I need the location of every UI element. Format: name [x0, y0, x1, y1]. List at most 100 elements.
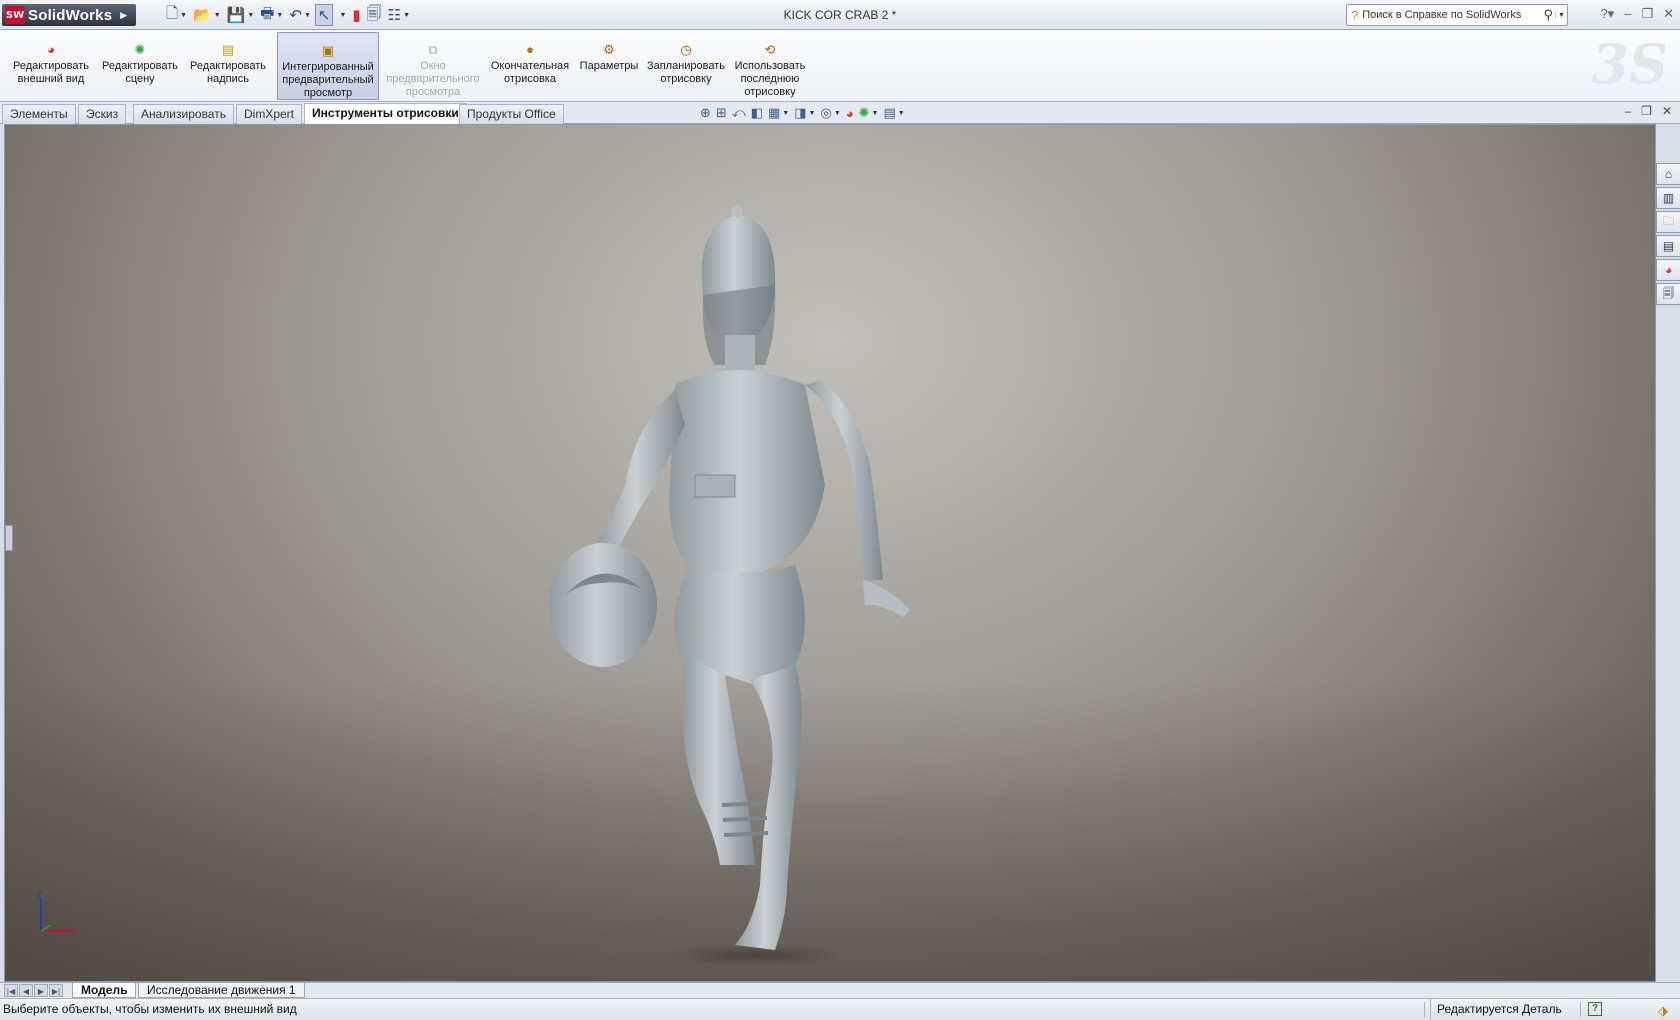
save-button[interactable]: 💾 ▼ [225, 4, 257, 26]
section-view-icon[interactable]: ◧ [751, 105, 763, 121]
preview-window-button: ⧉ Окно предварительного просмотра [386, 42, 480, 98]
model-left-hand [863, 580, 910, 617]
print-button[interactable]: 🖶 ▼ [258, 4, 285, 26]
dropdown-arrow-icon: ▼ [403, 11, 411, 19]
doc-close-icon[interactable]: ✕ [1662, 104, 1672, 118]
recall-render-icon: ⟲ [764, 42, 776, 57]
window-controls: ?▾ – ❐ ✕ [1600, 6, 1674, 22]
dropdown-arrow-icon[interactable]: ▼ [782, 110, 789, 117]
integrated-preview-button[interactable]: ▣ Интегрированный предварительный просмотр [277, 32, 379, 100]
new-document-button[interactable]: 🗋 ▼ [164, 4, 189, 26]
first-tab-icon[interactable]: |◀ [4, 984, 18, 997]
task-pane-design-library[interactable]: ▥ [1656, 187, 1680, 209]
cursor-arrow-icon: ↖ [317, 7, 331, 24]
folder-icon: 🗀 [1662, 213, 1675, 228]
last-tab-icon[interactable]: ▶| [49, 984, 63, 997]
rendered-model-figure[interactable] [525, 185, 1005, 965]
dropdown-arrow-icon: ▼ [303, 11, 311, 19]
view-settings-icon[interactable]: ▤ [883, 105, 895, 121]
help-question-icon: ? [1351, 7, 1359, 23]
file-properties-button[interactable]: 🗐 [365, 4, 384, 26]
render-options-button[interactable]: ⚙ Параметры [578, 32, 640, 100]
ds-logo-icon: 3S [1591, 32, 1668, 96]
options-button[interactable]: ☷ ▼ [386, 4, 412, 26]
zoom-to-area-icon[interactable]: ⊞ [716, 105, 727, 121]
help-search-box[interactable]: ? Поиск в Справке по SolidWorks ⚲ ▼ [1346, 4, 1568, 26]
status-hint: Выберите объекты, чтобы изменить их внеш… [3, 1002, 297, 1016]
tab-evaluate[interactable]: Анализировать [133, 104, 234, 124]
final-render-button[interactable]: ● Окончательная отрисовка [488, 32, 572, 100]
task-pane-file-explorer[interactable]: 🗀 [1656, 211, 1680, 233]
help-search-input[interactable]: Поиск в Справке по SolidWorks [1362, 9, 1521, 21]
dropdown-arrow-icon[interactable]: ▼ [834, 110, 841, 117]
select-dropdown[interactable]: ▼ [335, 4, 348, 26]
tab-features[interactable]: Элементы [2, 104, 76, 124]
tab-model[interactable]: Модель [72, 983, 137, 998]
display-style-icon[interactable]: ◨ [794, 105, 806, 121]
search-dropdown-icon[interactable]: ▼ [1555, 11, 1567, 19]
dropdown-arrow-icon[interactable]: ▼ [872, 110, 879, 117]
task-pane-appearances[interactable]: ◕ [1656, 259, 1680, 281]
dropdown-arrow-icon: ▼ [276, 11, 284, 19]
dropdown-arrow-icon: ▼ [247, 11, 255, 19]
next-tab-icon[interactable]: ▶ [34, 984, 48, 997]
edit-decal-button[interactable]: ▤ Редактировать надпись [186, 32, 270, 100]
task-pane-view-palette[interactable]: ▤ [1656, 235, 1680, 257]
apply-scene-icon[interactable]: ✺ [859, 105, 870, 121]
scene-icon: ✺ [134, 42, 146, 57]
tab-dimxpert[interactable]: DimXpert [236, 104, 303, 124]
tab-render-tools[interactable]: Инструменты отрисовки [304, 103, 467, 124]
dropdown-arrow-icon[interactable]: ▼ [898, 110, 905, 117]
tab-office-products[interactable]: Продукты Office [459, 104, 564, 124]
options-list-icon: ☷ [387, 7, 402, 24]
quick-tips-icon[interactable]: ? [1588, 1002, 1602, 1016]
doc-minimize-icon[interactable]: – [1624, 104, 1631, 118]
hide-show-items-icon[interactable]: ◎ [820, 105, 831, 121]
printer-icon: 🖶 [260, 4, 275, 22]
tab-motion-study-1[interactable]: Исследование движения 1 [138, 983, 305, 998]
prev-tab-icon[interactable]: ◀ [19, 984, 33, 997]
task-pane-home[interactable]: ⌂ [1656, 163, 1680, 185]
title-bar: SW SolidWorks ▶ 🗋 ▼ 📂 ▼ 💾 ▼ 🖶 ▼ ↶ ▼ ↖ ▼ ▮ 🗐 ☷… [0, 0, 1680, 30]
close-icon[interactable]: ✕ [1663, 6, 1674, 22]
integrated-preview-icon: ▣ [321, 43, 335, 58]
zoom-to-fit-icon[interactable]: ⊕ [700, 105, 711, 121]
status-edit-mode: Редактируется Деталь [1430, 999, 1562, 1019]
command-manager-ribbon: ◕ Редактировать внешний вид ✺ Редактирова… [0, 30, 1680, 102]
previous-view-icon[interactable]: ⤺ [732, 105, 746, 121]
dropdown-arrow-icon[interactable]: ▼ [809, 110, 816, 117]
rebuild-button[interactable]: ▮ [350, 4, 362, 26]
minimize-icon[interactable]: – [1624, 6, 1631, 22]
tag-icon[interactable]: ⬗ [1658, 1001, 1668, 1020]
recall-last-render-button[interactable]: ⟲ Использовать последнюю отрисовку [732, 32, 808, 100]
solidworks-logo-icon: SW [5, 6, 25, 24]
select-button[interactable]: ↖ [314, 4, 334, 26]
home-icon: ⌂ [1664, 167, 1673, 181]
status-separator [1580, 1002, 1581, 1017]
edit-scene-button[interactable]: ✺ Редактировать сцену [98, 32, 182, 100]
task-pane-tabs: ⌂ ▥ 🗀 ▤ ◕ 🗐 [1656, 163, 1680, 305]
restore-icon[interactable]: ❐ [1641, 6, 1653, 22]
tab-sketch[interactable]: Эскиз [78, 104, 127, 124]
status-separator [1424, 1002, 1425, 1017]
model-belt-buckle [694, 474, 736, 498]
status-bar: Выберите объекты, чтобы изменить их внеш… [0, 998, 1680, 1020]
search-icon[interactable]: ⚲ [1543, 7, 1553, 23]
dropdown-arrow-icon: ▼ [213, 11, 221, 19]
feature-manager-expand-handle[interactable] [5, 525, 13, 551]
schedule-render-button[interactable]: ◷ Запланировать отрисовку [644, 32, 728, 100]
edit-appearance-button[interactable]: ◕ Редактировать внешний вид [8, 32, 94, 100]
undo-button[interactable]: ↶ ▼ [287, 4, 313, 26]
help-menu-icon[interactable]: ?▾ [1600, 6, 1614, 22]
task-pane-custom-properties[interactable]: 🗐 [1656, 283, 1680, 305]
edit-appearance-icon[interactable]: ◕ [846, 106, 854, 121]
design-library-icon: ▥ [1662, 191, 1675, 205]
schedule-render-icon: ◷ [680, 42, 692, 57]
view-orientation-icon[interactable]: ▦ [768, 105, 780, 121]
open-button[interactable]: 📂 ▼ [191, 4, 223, 26]
doc-restore-icon[interactable]: ❐ [1641, 104, 1652, 118]
graphics-area[interactable]: Z X [4, 124, 1656, 982]
model-cap-top [731, 205, 743, 217]
solidworks-menu-button[interactable]: SW SolidWorks ▶ [2, 4, 136, 26]
new-document-icon: 🗋 [166, 4, 179, 22]
